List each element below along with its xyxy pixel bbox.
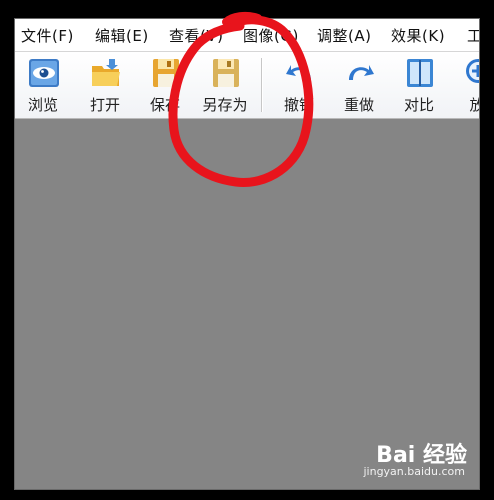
- floppy-disk-icon: [153, 59, 179, 87]
- compare-icon: [407, 59, 433, 87]
- app-window: 文件(F) 编辑(E) 查看(V) 图像(G) 调整(A) 效果(K) 工 浏览: [14, 18, 480, 490]
- menu-file[interactable]: 文件(F): [21, 25, 74, 46]
- menu-bar: 文件(F) 编辑(E) 查看(V) 图像(G) 调整(A) 效果(K) 工: [15, 19, 479, 52]
- compare-label: 对比: [403, 96, 434, 114]
- browse-button[interactable]: 浏览: [17, 54, 69, 116]
- image-canvas[interactable]: Bai 经验 jingyan.baidu.com: [15, 119, 479, 489]
- save-as-label: 另存为: [202, 96, 248, 114]
- undo-button[interactable]: 撤销: [273, 54, 325, 116]
- undo-label: 撤销: [283, 96, 314, 114]
- zoom-button[interactable]: 放: [451, 54, 479, 116]
- redo-label: 重做: [343, 96, 374, 114]
- menu-tools[interactable]: 工: [467, 25, 479, 46]
- folder-open-icon: [92, 59, 120, 86]
- menu-view[interactable]: 查看(V): [169, 25, 223, 46]
- toolbar-separator: [261, 58, 263, 112]
- open-button[interactable]: 打开: [79, 54, 131, 116]
- redo-button[interactable]: 重做: [333, 54, 385, 116]
- eye-icon: [29, 59, 59, 87]
- toolbar: 浏览 打开 保存 另存为 撤销 重做 对比: [15, 52, 479, 119]
- browse-label: 浏览: [27, 96, 58, 114]
- watermark-url: jingyan.baidu.com: [363, 465, 465, 478]
- menu-effects[interactable]: 效果(K): [391, 25, 445, 46]
- save-as-button[interactable]: 另存为: [199, 54, 251, 116]
- floppy-disk-icon: [213, 59, 239, 87]
- redo-arrow-icon: [349, 65, 374, 80]
- save-button[interactable]: 保存: [139, 54, 191, 116]
- menu-edit[interactable]: 编辑(E): [95, 25, 149, 46]
- zoom-label: 放: [451, 94, 479, 115]
- zoom-in-icon: [466, 59, 479, 83]
- compare-button[interactable]: 对比: [393, 54, 445, 116]
- baidu-jingyan-watermark: Bai 经验 jingyan.baidu.com: [347, 437, 467, 481]
- save-label: 保存: [149, 96, 180, 114]
- menu-image[interactable]: 图像(G): [243, 25, 299, 46]
- open-label: 打开: [89, 96, 120, 114]
- menu-adjust[interactable]: 调整(A): [317, 25, 371, 46]
- undo-arrow-icon: [286, 65, 311, 80]
